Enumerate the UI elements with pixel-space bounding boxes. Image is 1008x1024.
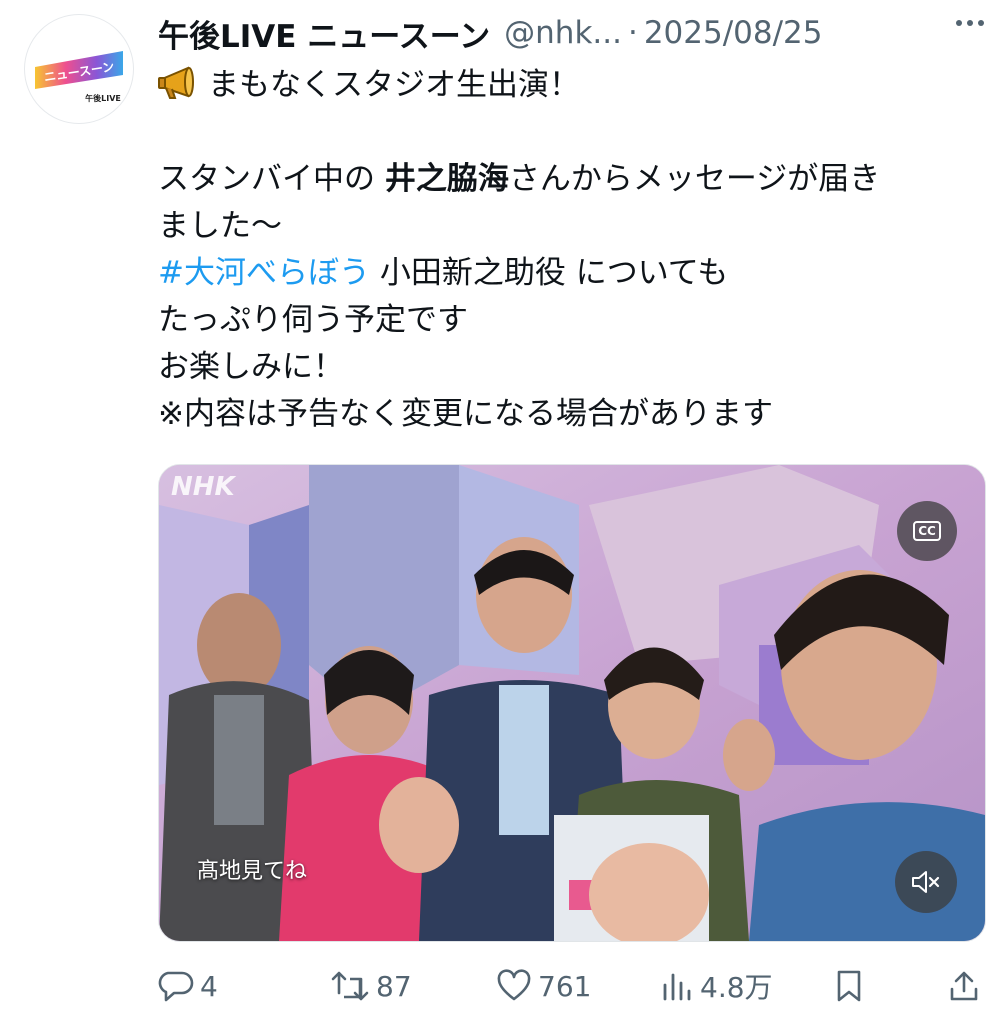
author-name[interactable]: 午後LIVE ニュースーン <box>158 11 490 56</box>
video-player[interactable]: NHK 髙地見てね CC <box>158 464 986 942</box>
repost-count: 87 <box>376 969 412 1003</box>
avatar[interactable]: ニュースーン 午後LIVE <box>24 14 134 124</box>
like-button[interactable]: 761 <box>496 960 591 1012</box>
share-button[interactable] <box>948 960 986 1012</box>
news-soon-logo: ニュースーン 午後LIVE <box>35 51 123 103</box>
text-line-2-pre: スタンバイ中の <box>158 161 385 197</box>
more-options-icon[interactable] <box>956 20 984 26</box>
logo-subtext: 午後LIVE <box>85 93 121 103</box>
text-line-7: ※内容は予告なく変更になる場合があります <box>158 396 773 432</box>
text-line-2-post: さんからメッセージが届き <box>508 161 881 197</box>
repost-button[interactable]: 87 <box>330 960 412 1012</box>
text-line-4-post: 小田新之助役 についても <box>369 255 729 291</box>
like-count: 761 <box>538 969 592 1003</box>
text-line-2: スタンバイ中の 井之脇海さんからメッセージが届き <box>158 156 988 203</box>
text-line-6: お楽しみに！ <box>158 349 344 385</box>
share-icon <box>950 971 978 1001</box>
nhk-watermark: NHK <box>171 472 237 502</box>
bookmark-button[interactable] <box>834 960 870 1012</box>
hashtag-link[interactable]: #大河べらぼう <box>158 255 370 291</box>
tweet-actions: 4 87 761 4.8万 <box>158 960 988 1012</box>
cc-icon: CC <box>913 521 941 541</box>
speaker-muted-icon <box>912 871 940 893</box>
text-line-5: たっぷり伺う予定です <box>158 302 468 338</box>
text-line-4: #大河べらぼう 小田新之助役 についても <box>158 250 988 297</box>
reply-icon <box>158 971 194 1002</box>
mentioned-name: 井之脇海 <box>384 161 509 197</box>
reply-button[interactable]: 4 <box>158 960 218 1012</box>
text-line-3: ました〜 <box>158 208 282 244</box>
author-handle[interactable]: @nhk... <box>504 15 622 51</box>
repost-icon <box>331 971 369 1001</box>
views-button[interactable]: 4.8万 <box>660 960 773 1012</box>
separator-dot: · <box>627 15 638 51</box>
views-count: 4.8万 <box>700 971 773 1004</box>
tweet-text: まもなくスタジオ生出演！ スタンバイ中の 井之脇海さんからメッセージが届き まし… <box>158 62 988 438</box>
heart-icon <box>497 969 531 1001</box>
mute-button[interactable] <box>895 851 957 913</box>
reply-count: 4 <box>200 969 218 1003</box>
text-line-1-content: まもなくスタジオ生出演！ <box>208 67 580 103</box>
bookmark-icon <box>837 970 861 1002</box>
video-caption: 髙地見てね <box>197 859 308 884</box>
tweet-header: 午後LIVE ニュースーン @nhk... · 2025/08/25 <box>158 10 988 56</box>
views-chart-icon <box>663 973 691 1001</box>
tweet-date[interactable]: 2025/08/25 <box>644 15 823 51</box>
megaphone-icon <box>158 66 194 99</box>
captions-button[interactable]: CC <box>897 501 957 561</box>
text-line-1: まもなくスタジオ生出演！ <box>158 62 988 109</box>
